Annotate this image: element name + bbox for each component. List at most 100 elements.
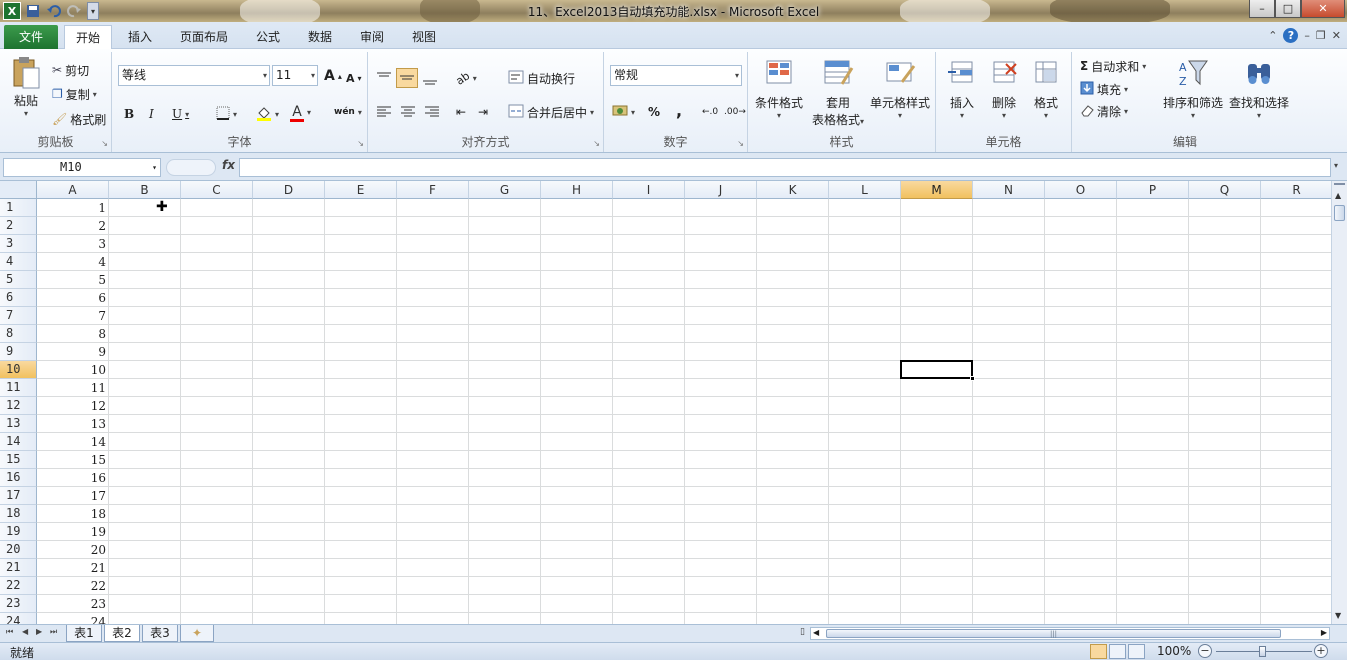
column-header-r[interactable]: R [1261, 181, 1331, 199]
row-header-7[interactable]: 7 [0, 307, 37, 325]
row-header-18[interactable]: 18 [0, 505, 37, 523]
grow-font-button[interactable]: A ▴ [324, 66, 342, 86]
horizontal-scroll-thumb[interactable]: ||| [826, 629, 1281, 638]
decrease-indent-button[interactable]: ⇤ [456, 102, 466, 122]
wrap-text-button[interactable]: 自动换行 [508, 68, 575, 88]
sort-filter-button[interactable]: AZ 排序和筛选 ▾ [1160, 58, 1226, 120]
scroll-down-icon[interactable]: ▼ [1335, 611, 1341, 620]
percent-button[interactable]: % [648, 102, 660, 122]
clear-button[interactable]: 清除 ▾ [1080, 101, 1128, 121]
row-header-19[interactable]: 19 [0, 523, 37, 541]
row-header-20[interactable]: 20 [0, 541, 37, 559]
collapse-ribbon-icon[interactable]: ⌃ [1268, 29, 1277, 42]
insert-function-icon[interactable]: fx [222, 158, 235, 172]
number-format-combo[interactable]: 常规 ▾ [610, 65, 742, 86]
column-header-j[interactable]: J [685, 181, 757, 199]
column-header-m[interactable]: M [901, 181, 973, 199]
align-left-button[interactable] [376, 102, 392, 122]
row-header-24[interactable]: 24 [0, 613, 37, 624]
split-handle[interactable] [1334, 183, 1345, 188]
row-header-4[interactable]: 4 [0, 253, 37, 271]
align-right-button[interactable] [424, 102, 440, 122]
zoom-level[interactable]: 100% [1157, 644, 1191, 658]
cell-a11[interactable]: 11 [37, 379, 109, 397]
cell-a17[interactable]: 17 [37, 487, 109, 505]
row-header-5[interactable]: 5 [0, 271, 37, 289]
cell-a23[interactable]: 23 [37, 595, 109, 613]
fill-handle[interactable] [970, 376, 975, 381]
column-header-h[interactable]: H [541, 181, 613, 199]
row-header-10[interactable]: 10 [0, 361, 37, 379]
row-header-17[interactable]: 17 [0, 487, 37, 505]
last-sheet-icon[interactable]: ⏭ [50, 627, 57, 637]
insert-cells-button[interactable]: 插入 ▾ [942, 58, 982, 120]
row-header-8[interactable]: 8 [0, 325, 37, 343]
minimize-button[interactable]: – [1249, 0, 1275, 18]
column-header-l[interactable]: L [829, 181, 901, 199]
formula-bar-splitter[interactable] [166, 159, 216, 176]
row-header-23[interactable]: 23 [0, 595, 37, 613]
cell-a3[interactable]: 3 [37, 235, 109, 253]
column-header-d[interactable]: D [253, 181, 325, 199]
row-header-6[interactable]: 6 [0, 289, 37, 307]
conditional-format-button[interactable]: 条件格式 ▾ [752, 58, 806, 120]
column-header-i[interactable]: I [613, 181, 685, 199]
scroll-up-icon[interactable]: ▲ [1335, 191, 1341, 200]
row-header-21[interactable]: 21 [0, 559, 37, 577]
cell-a10[interactable]: 10 [37, 361, 109, 379]
zoom-out-button[interactable]: − [1198, 644, 1212, 658]
cut-button[interactable]: ✂ 剪切 [52, 60, 89, 80]
cell-a24[interactable]: 24 [37, 613, 109, 624]
vertical-scroll-thumb[interactable] [1334, 205, 1345, 221]
row-header-3[interactable]: 3 [0, 235, 37, 253]
scroll-left-icon[interactable]: ◀ [813, 628, 819, 637]
cell-a18[interactable]: 18 [37, 505, 109, 523]
increase-indent-button[interactable]: ⇥ [478, 102, 488, 122]
selected-cell[interactable] [900, 360, 973, 379]
column-header-p[interactable]: P [1117, 181, 1189, 199]
phonetic-button[interactable]: wén ▾ [334, 102, 362, 122]
row-header-12[interactable]: 12 [0, 397, 37, 415]
sheet-tab-1[interactable]: 表1 [66, 625, 102, 642]
font-size-combo[interactable]: 11 ▾ [272, 65, 318, 86]
cell-styles-button[interactable]: 单元格样式 ▾ [868, 58, 932, 120]
accounting-format-button[interactable]: ▾ [612, 102, 635, 122]
alignment-launcher-icon[interactable]: ↘ [593, 139, 600, 148]
maximize-button[interactable]: □ [1275, 0, 1301, 18]
font-name-combo[interactable]: 等线 ▾ [118, 65, 270, 86]
name-box-dropdown-icon[interactable]: ▾ [152, 159, 157, 176]
cell-a14[interactable]: 14 [37, 433, 109, 451]
worksheet-grid[interactable]: ABCDEFGHIJKLMNOPQR 1 2 3 4 5 6 7 8 9 10 11 12 13 14 15… [0, 181, 1331, 624]
paste-button[interactable]: 粘贴 ▾ [8, 56, 44, 118]
cell-a5[interactable]: 5 [37, 271, 109, 289]
align-center-button[interactable] [400, 102, 416, 122]
formula-input[interactable] [239, 158, 1331, 177]
tab-home[interactable]: 开始 [64, 25, 112, 50]
cell-a20[interactable]: 20 [37, 541, 109, 559]
column-header-f[interactable]: F [397, 181, 469, 199]
cell-a16[interactable]: 16 [37, 469, 109, 487]
underline-button[interactable]: U ▾ [172, 104, 189, 124]
column-header-q[interactable]: Q [1189, 181, 1261, 199]
cell-a22[interactable]: 22 [37, 577, 109, 595]
number-launcher-icon[interactable]: ↘ [737, 139, 744, 148]
tab-view[interactable]: 视图 [400, 25, 448, 49]
row-header-22[interactable]: 22 [0, 577, 37, 595]
sheet-tab-3[interactable]: 表3 [142, 625, 178, 642]
cell-a8[interactable]: 8 [37, 325, 109, 343]
row-header-14[interactable]: 14 [0, 433, 37, 451]
delete-cells-button[interactable]: 删除 ▾ [984, 58, 1024, 120]
cell-a15[interactable]: 15 [37, 451, 109, 469]
italic-button[interactable]: I [149, 104, 154, 124]
cell-a7[interactable]: 7 [37, 307, 109, 325]
format-cells-button[interactable]: 格式 ▾ [1026, 58, 1066, 120]
row-header-15[interactable]: 15 [0, 451, 37, 469]
font-launcher-icon[interactable]: ↘ [357, 139, 364, 148]
merge-center-button[interactable]: 合并后居中 ▾ [508, 102, 594, 122]
prev-sheet-icon[interactable]: ◀ [22, 627, 28, 636]
row-header-2[interactable]: 2 [0, 217, 37, 235]
select-all-corner[interactable] [0, 181, 37, 199]
page-layout-view-icon[interactable] [1109, 644, 1126, 659]
shrink-font-button[interactable]: A ▾ [346, 68, 362, 88]
font-color-button[interactable]: A ▾ [290, 102, 311, 122]
